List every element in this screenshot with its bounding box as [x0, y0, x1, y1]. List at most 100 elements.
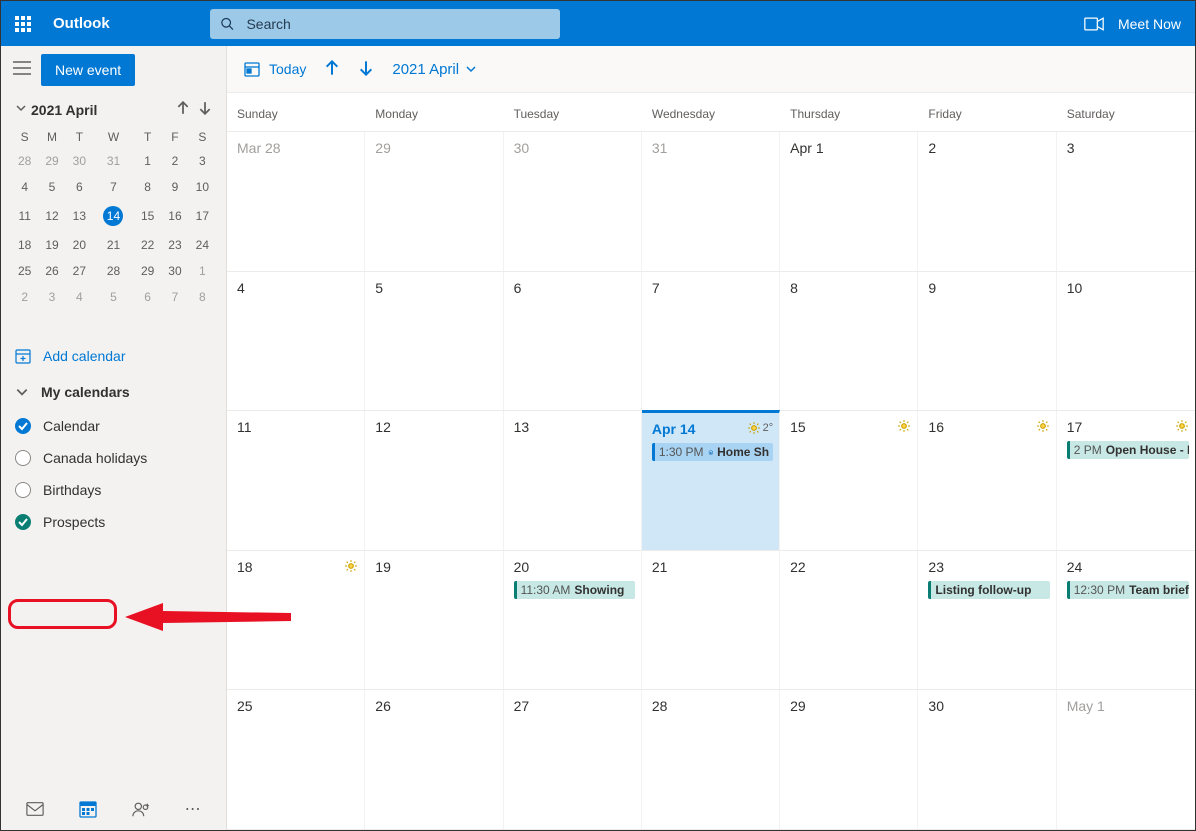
- mini-next-icon[interactable]: [198, 101, 212, 118]
- day-cell[interactable]: 31: [642, 132, 780, 271]
- mini-day-cell[interactable]: 4: [66, 284, 93, 310]
- day-cell[interactable]: 172 PMOpen House - P: [1057, 411, 1195, 550]
- day-cell[interactable]: 26: [365, 690, 503, 829]
- day-cell[interactable]: 11: [227, 411, 365, 550]
- day-cell[interactable]: 21: [642, 551, 780, 690]
- calendar-checkbox[interactable]: [15, 418, 31, 434]
- mini-day-cell[interactable]: 17: [189, 200, 216, 232]
- mini-day-cell[interactable]: 9: [161, 174, 188, 200]
- mini-day-cell[interactable]: 25: [11, 258, 38, 284]
- calendar-event[interactable]: 2 PMOpen House - P: [1067, 441, 1189, 459]
- mini-day-cell[interactable]: 29: [38, 148, 65, 174]
- mini-day-cell[interactable]: 21: [93, 232, 134, 258]
- mini-day-cell[interactable]: 1: [134, 148, 161, 174]
- day-cell[interactable]: 15: [780, 411, 918, 550]
- day-cell[interactable]: 10: [1057, 272, 1195, 411]
- mail-icon[interactable]: [26, 800, 44, 821]
- date-picker[interactable]: 2021 April: [392, 61, 477, 78]
- people-icon[interactable]: [132, 800, 150, 821]
- day-cell[interactable]: 29: [780, 690, 918, 829]
- day-cell[interactable]: 29: [365, 132, 503, 271]
- calendar-checkbox[interactable]: [15, 450, 31, 466]
- day-cell[interactable]: 2412:30 PMTeam brief: [1057, 551, 1195, 690]
- day-cell[interactable]: 30: [504, 132, 642, 271]
- day-cell[interactable]: 9: [918, 272, 1056, 411]
- calendar-event[interactable]: 1:30 PMHome Sh: [652, 443, 773, 461]
- mini-day-cell[interactable]: 11: [11, 200, 38, 232]
- day-cell[interactable]: 22: [780, 551, 918, 690]
- day-cell[interactable]: 7: [642, 272, 780, 411]
- mini-day-cell[interactable]: 24: [189, 232, 216, 258]
- day-cell[interactable]: 2011:30 AMShowing: [504, 551, 642, 690]
- mini-day-cell[interactable]: 6: [66, 174, 93, 200]
- next-month-button[interactable]: [358, 60, 374, 79]
- day-cell[interactable]: Apr 1: [780, 132, 918, 271]
- mini-day-cell[interactable]: 16: [161, 200, 188, 232]
- search-box[interactable]: [210, 9, 560, 39]
- calendar-list-item[interactable]: Prospects: [1, 506, 226, 538]
- mini-day-cell[interactable]: 5: [38, 174, 65, 200]
- mini-day-cell[interactable]: 28: [93, 258, 134, 284]
- mini-day-cell[interactable]: 10: [189, 174, 216, 200]
- mini-day-cell[interactable]: 13: [66, 200, 93, 232]
- mini-day-cell[interactable]: 2: [161, 148, 188, 174]
- calendar-list-item[interactable]: Birthdays: [1, 474, 226, 506]
- mini-day-cell[interactable]: 8: [189, 284, 216, 310]
- calendar-event[interactable]: 12:30 PMTeam brief: [1067, 581, 1189, 599]
- calendar-event[interactable]: Listing follow-up: [928, 581, 1049, 599]
- mini-day-cell[interactable]: 30: [161, 258, 188, 284]
- calendar-checkbox[interactable]: [15, 514, 31, 530]
- day-cell[interactable]: 6: [504, 272, 642, 411]
- calendar-checkbox[interactable]: [15, 482, 31, 498]
- mini-prev-icon[interactable]: [176, 101, 190, 118]
- mini-day-cell[interactable]: 22: [134, 232, 161, 258]
- add-calendar-button[interactable]: Add calendar: [1, 338, 226, 374]
- day-cell[interactable]: May 1: [1057, 690, 1195, 829]
- calendar-list-item[interactable]: Calendar: [1, 410, 226, 442]
- mini-day-cell[interactable]: 6: [134, 284, 161, 310]
- mini-day-cell[interactable]: 1: [189, 258, 216, 284]
- mini-day-cell[interactable]: 20: [66, 232, 93, 258]
- day-cell[interactable]: 13: [504, 411, 642, 550]
- day-cell[interactable]: 27: [504, 690, 642, 829]
- mini-cal-grid[interactable]: SMTWTFS 28293031123456789101112131415161…: [11, 126, 216, 310]
- mini-day-cell[interactable]: 15: [134, 200, 161, 232]
- mini-day-cell[interactable]: 3: [189, 148, 216, 174]
- day-cell[interactable]: 19: [365, 551, 503, 690]
- mini-day-cell[interactable]: 27: [66, 258, 93, 284]
- mini-day-cell[interactable]: 7: [161, 284, 188, 310]
- prev-month-button[interactable]: [324, 60, 340, 79]
- calendar-list-item[interactable]: Canada holidays: [1, 442, 226, 474]
- mini-day-cell[interactable]: 19: [38, 232, 65, 258]
- mini-day-cell[interactable]: 31: [93, 148, 134, 174]
- day-cell[interactable]: 8: [780, 272, 918, 411]
- day-cell[interactable]: 5: [365, 272, 503, 411]
- day-cell[interactable]: 18: [227, 551, 365, 690]
- mini-day-cell[interactable]: 5: [93, 284, 134, 310]
- my-calendars-toggle[interactable]: My calendars: [1, 374, 226, 410]
- day-cell[interactable]: 30: [918, 690, 1056, 829]
- mini-day-cell[interactable]: 30: [66, 148, 93, 174]
- mini-day-cell[interactable]: 29: [134, 258, 161, 284]
- more-icon[interactable]: ⋯: [185, 805, 201, 815]
- day-cell[interactable]: 4: [227, 272, 365, 411]
- day-cell[interactable]: 23Listing follow-up: [918, 551, 1056, 690]
- hamburger-icon[interactable]: [13, 61, 31, 78]
- app-launcher-icon[interactable]: [15, 14, 35, 34]
- day-cell[interactable]: 2: [918, 132, 1056, 271]
- mini-day-cell[interactable]: 23: [161, 232, 188, 258]
- mini-day-cell[interactable]: 18: [11, 232, 38, 258]
- today-button[interactable]: Today: [243, 60, 306, 78]
- mini-day-cell[interactable]: 28: [11, 148, 38, 174]
- day-cell[interactable]: Apr 142°1:30 PMHome Sh: [642, 410, 780, 550]
- day-cell[interactable]: 16: [918, 411, 1056, 550]
- day-cell[interactable]: 3: [1057, 132, 1195, 271]
- chevron-down-icon[interactable]: [15, 102, 31, 117]
- day-cell[interactable]: 28: [642, 690, 780, 829]
- mini-day-cell[interactable]: 26: [38, 258, 65, 284]
- mini-day-cell[interactable]: 12: [38, 200, 65, 232]
- mini-day-cell[interactable]: 8: [134, 174, 161, 200]
- meet-now-button[interactable]: Meet Now: [1084, 16, 1181, 32]
- mini-day-cell[interactable]: 7: [93, 174, 134, 200]
- new-event-button[interactable]: New event: [41, 54, 135, 86]
